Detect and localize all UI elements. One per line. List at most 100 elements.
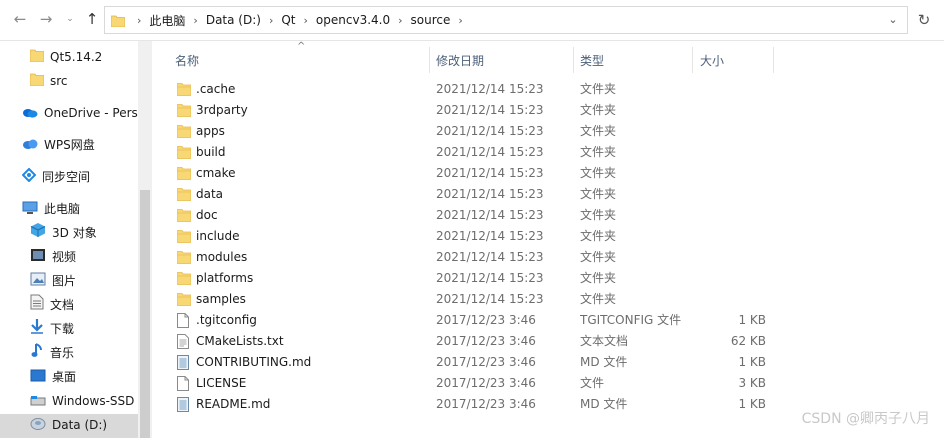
- column-header-name[interactable]: 名称: [175, 49, 425, 73]
- file-date: 2021/12/14 15:23: [436, 103, 544, 117]
- nav-item-qt5[interactable]: Qt5.14.2: [29, 46, 102, 69]
- back-arrow-icon[interactable]: ←: [10, 9, 30, 29]
- file-row[interactable]: samples 2021/12/14 15:23 文件夹: [155, 289, 944, 310]
- column-header-type[interactable]: 类型: [580, 49, 690, 73]
- file-size: [693, 289, 766, 310]
- nav-item-label: 文档: [50, 298, 75, 312]
- column-divider[interactable]: [573, 47, 574, 73]
- refresh-icon[interactable]: ↻: [910, 6, 938, 34]
- nav-item-3d-objects[interactable]: 3D 对象: [30, 222, 97, 244]
- file-row[interactable]: CONTRIBUTING.md 2017/12/23 3:46 MD 文件 1 KB: [155, 352, 944, 373]
- file-row[interactable]: build 2021/12/14 15:23 文件夹: [155, 142, 944, 163]
- file-type: 文件夹: [580, 187, 617, 201]
- file-date: 2021/12/14 15:23: [436, 271, 544, 285]
- file-name: .cache: [196, 82, 236, 96]
- chevron-right-icon[interactable]: ›: [452, 14, 468, 27]
- file-row[interactable]: doc 2021/12/14 15:23 文件夹: [155, 205, 944, 226]
- file-type: MD 文件: [580, 355, 628, 369]
- file-row[interactable]: cmake 2021/12/14 15:23 文件夹: [155, 163, 944, 184]
- nav-item-pictures[interactable]: 图片: [30, 270, 76, 292]
- file-row[interactable]: data 2021/12/14 15:23 文件夹: [155, 184, 944, 205]
- file-row[interactable]: include 2021/12/14 15:23 文件夹: [155, 226, 944, 247]
- nav-item-this-pc[interactable]: 此电脑: [22, 198, 80, 220]
- nav-item-label: 同步空间: [42, 170, 91, 184]
- file-date: 2021/12/14 15:23: [436, 145, 544, 159]
- nav-item-wps[interactable]: WPS网盘: [22, 134, 95, 156]
- column-header-size[interactable]: 大小: [700, 49, 770, 73]
- column-divider[interactable]: [429, 47, 430, 73]
- breadcrumb-qt[interactable]: Qt: [279, 13, 297, 27]
- videos-icon: [30, 247, 46, 269]
- file-row[interactable]: .tgitconfig 2017/12/23 3:46 TGITCONFIG 文件 1…: [155, 310, 944, 331]
- onedrive-icon: [22, 103, 38, 125]
- file-type: 文件夹: [580, 250, 617, 264]
- file-row[interactable]: modules 2021/12/14 15:23 文件夹: [155, 247, 944, 268]
- up-arrow-icon[interactable]: ↑: [82, 9, 102, 29]
- file-row[interactable]: 3rdparty 2021/12/14 15:23 文件夹: [155, 100, 944, 121]
- breadcrumb-this-pc[interactable]: 此电脑: [147, 12, 187, 29]
- file-date: 2021/12/14 15:23: [436, 208, 544, 222]
- breadcrumb-source[interactable]: source: [409, 13, 453, 27]
- column-header-date[interactable]: 修改日期: [436, 49, 576, 73]
- file-row[interactable]: platforms 2021/12/14 15:23 文件夹: [155, 268, 944, 289]
- file-name: include: [196, 229, 240, 243]
- file-name: platforms: [196, 271, 254, 285]
- chevron-right-icon[interactable]: ›: [187, 14, 203, 27]
- file-row[interactable]: apps 2021/12/14 15:23 文件夹: [155, 121, 944, 142]
- chevron-right-icon[interactable]: ›: [263, 14, 279, 27]
- nav-item-data-drive[interactable]: Data (D:): [30, 414, 107, 436]
- folder-icon: [29, 71, 45, 93]
- data-drive-icon: [30, 415, 46, 437]
- file-row[interactable]: CMakeLists.txt 2017/12/23 3:46 文本文档 62 KB: [155, 331, 944, 352]
- file-row[interactable]: LICENSE 2017/12/23 3:46 文件 3 KB: [155, 373, 944, 394]
- column-divider[interactable]: [773, 47, 774, 73]
- folder-icon: [29, 47, 45, 69]
- file-type: TGITCONFIG 文件: [580, 313, 682, 327]
- file-name: modules: [196, 250, 248, 264]
- file-date: 2021/12/14 15:23: [436, 292, 544, 306]
- file-date: 2017/12/23 3:46: [436, 355, 536, 369]
- nav-item-documents[interactable]: 文档: [30, 294, 74, 316]
- file-row[interactable]: .cache 2021/12/14 15:23 文件夹: [155, 79, 944, 100]
- nav-item-src[interactable]: src: [29, 70, 68, 93]
- sidebar-scrollbar-thumb[interactable]: [140, 190, 150, 438]
- nav-item-downloads[interactable]: 下载: [30, 318, 74, 340]
- nav-item-label: 桌面: [52, 370, 77, 384]
- file-date: 2021/12/14 15:23: [436, 250, 544, 264]
- file-date: 2021/12/14 15:23: [436, 82, 544, 96]
- file-type: MD 文件: [580, 397, 628, 411]
- file-size: [693, 163, 766, 184]
- folder-icon: [176, 187, 192, 202]
- folder-icon: [176, 250, 192, 265]
- file-size: 3 KB: [738, 376, 766, 390]
- column-divider[interactable]: [692, 47, 693, 73]
- folder-icon: [176, 103, 192, 118]
- nav-item-desktop[interactable]: 桌面: [30, 366, 76, 388]
- address-bar[interactable]: › 此电脑 › Data (D:) › Qt › opencv3.4.0 › s…: [104, 6, 908, 34]
- file-size: [693, 121, 766, 142]
- forward-arrow-icon[interactable]: →: [36, 9, 56, 29]
- file-type: 文件夹: [580, 82, 617, 96]
- file-type: 文件夹: [580, 292, 617, 306]
- file-size: [693, 184, 766, 205]
- nav-item-sync[interactable]: 同步空间: [21, 166, 91, 188]
- nav-item-label: 3D 对象: [52, 226, 97, 240]
- file-date: 2021/12/14 15:23: [436, 187, 544, 201]
- breadcrumb-opencv[interactable]: opencv3.4.0: [314, 13, 392, 27]
- text-document-icon: [177, 334, 191, 349]
- chevron-right-icon[interactable]: ›: [392, 14, 408, 27]
- nav-item-label: OneDrive - Pers: [44, 106, 138, 120]
- nav-item-onedrive[interactable]: OneDrive - Pers: [22, 102, 138, 124]
- chevron-right-icon[interactable]: ›: [298, 14, 314, 27]
- chevron-right-icon[interactable]: ›: [131, 14, 147, 27]
- address-dropdown-icon[interactable]: ⌄: [883, 7, 903, 33]
- file-date: 2021/12/14 15:23: [436, 229, 544, 243]
- breadcrumb-data-drive[interactable]: Data (D:): [204, 13, 263, 27]
- nav-item-windows-ssd[interactable]: Windows-SSD: [30, 390, 134, 412]
- nav-item-music[interactable]: 音乐: [30, 342, 74, 364]
- file-size: [693, 100, 766, 121]
- recent-locations-chevron-icon[interactable]: ⌄: [60, 9, 80, 29]
- file-name: README.md: [196, 397, 271, 411]
- nav-item-videos[interactable]: 视频: [30, 246, 76, 268]
- file-list: ^ 名称 修改日期 类型 大小 .cache 2021/12/14 15:23 文件…: [155, 41, 944, 438]
